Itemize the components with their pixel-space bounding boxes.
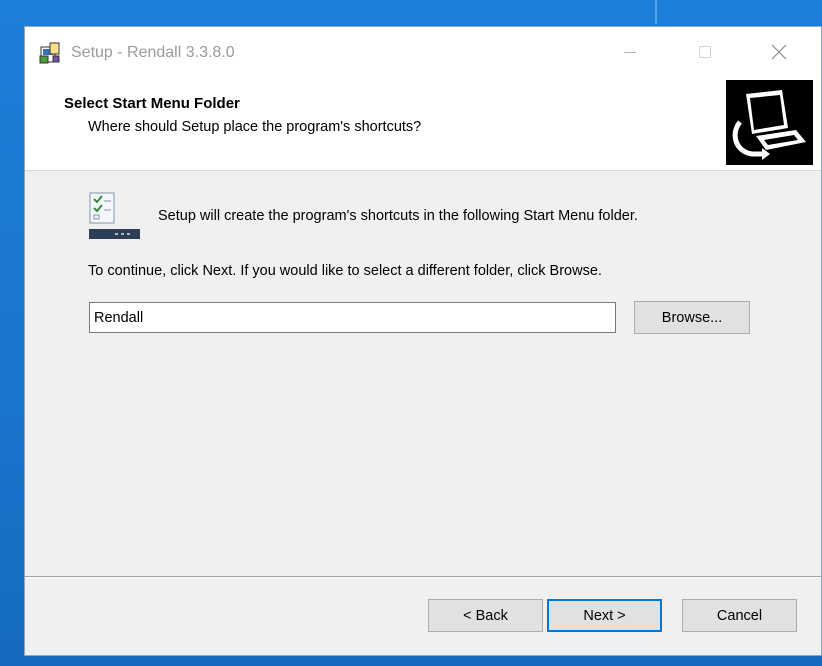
- computer-install-icon: [726, 80, 813, 165]
- window-title: Setup - Rendall 3.3.8.0: [71, 44, 235, 61]
- page-title: Select Start Menu Folder: [64, 95, 240, 112]
- desktop-background-accent: [655, 0, 657, 24]
- back-button[interactable]: < Back: [428, 599, 543, 632]
- start-menu-folder-icon: [87, 191, 141, 243]
- browse-button[interactable]: Browse...: [634, 301, 750, 334]
- wizard-content: Setup will create the program's shortcut…: [25, 171, 821, 575]
- setup-installer-icon: [38, 41, 62, 65]
- title-bar[interactable]: Setup - Rendall 3.3.8.0: [25, 27, 821, 77]
- instruction-text: To continue, click Next. If you would li…: [88, 263, 602, 279]
- cancel-button[interactable]: Cancel: [682, 599, 797, 632]
- maximize-button[interactable]: [682, 37, 728, 67]
- wizard-header: Select Start Menu Folder Where should Se…: [25, 77, 821, 171]
- shortcut-info-text: Setup will create the program's shortcut…: [158, 208, 638, 224]
- minimize-button[interactable]: [607, 37, 653, 67]
- setup-window: Setup - Rendall 3.3.8.0 Select Start Men…: [24, 26, 822, 656]
- close-icon: [771, 44, 787, 60]
- page-subtitle: Where should Setup place the program's s…: [88, 119, 422, 135]
- maximize-icon: [699, 46, 711, 58]
- close-button[interactable]: [756, 37, 802, 67]
- minimize-icon: [624, 52, 636, 53]
- next-button[interactable]: Next >: [547, 599, 662, 632]
- footer-separator: [25, 576, 821, 578]
- start-menu-folder-input[interactable]: [89, 302, 616, 333]
